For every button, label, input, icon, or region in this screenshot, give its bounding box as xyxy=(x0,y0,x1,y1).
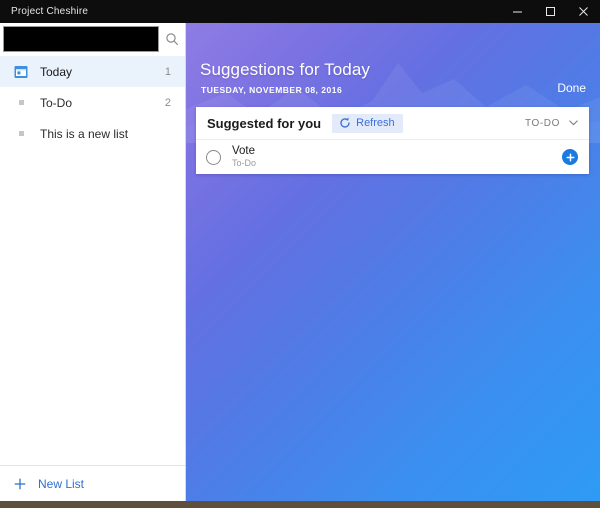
sidebar-item-to-do[interactable]: To-Do 2 xyxy=(0,87,185,118)
search-row xyxy=(0,23,185,55)
search-input[interactable] xyxy=(3,26,159,52)
sidebar-item-today[interactable]: Today 1 xyxy=(0,56,185,87)
task-texts: Vote To-Do xyxy=(221,145,562,169)
sidebar-item-count: 2 xyxy=(164,96,171,109)
page-date: TUESDAY, NOVEMBER 08, 2016 xyxy=(201,85,343,95)
hero-header: Suggestions for Today TUESDAY, NOVEMBER … xyxy=(186,23,600,107)
plus-icon xyxy=(13,478,27,490)
sidebar: Today 1 To-Do 2 This is a new list New L… xyxy=(0,23,186,501)
close-button[interactable] xyxy=(567,0,600,23)
sidebar-item-this-is-a-new-list[interactable]: This is a new list xyxy=(0,118,185,149)
sidebar-list: Today 1 To-Do 2 This is a new list xyxy=(0,55,185,149)
sidebar-item-label: Today xyxy=(40,64,73,79)
sidebar-item-label: To-Do xyxy=(40,95,73,110)
close-icon xyxy=(579,7,588,16)
suggestions-card: Suggested for you Refresh TO-DO Vote To-… xyxy=(196,107,589,174)
chevron-down-icon xyxy=(560,120,578,126)
main-pane: Suggestions for Today TUESDAY, NOVEMBER … xyxy=(186,23,600,501)
new-list-button[interactable]: New List xyxy=(0,465,185,501)
maximize-button[interactable] xyxy=(534,0,567,23)
window-title: Project Cheshire xyxy=(11,6,89,17)
app-window: Project Cheshire Today 1 To-Do 2 This is… xyxy=(0,0,600,501)
task-subtitle: To-Do xyxy=(232,158,257,169)
minimize-icon xyxy=(513,11,522,13)
new-list-label: New List xyxy=(38,476,85,491)
maximize-icon xyxy=(546,7,555,16)
task-title: Vote xyxy=(232,145,256,158)
search-icon xyxy=(166,33,178,45)
sidebar-item-count: 1 xyxy=(164,65,171,78)
refresh-label: Refresh xyxy=(356,117,395,129)
minimize-button[interactable] xyxy=(501,0,534,23)
card-title: Suggested for you xyxy=(207,115,322,131)
page-title: Suggestions for Today xyxy=(200,60,371,79)
list-select-dropdown[interactable]: TO-DO xyxy=(525,118,578,129)
add-task-button[interactable] xyxy=(562,149,578,165)
sidebar-item-label: This is a new list xyxy=(40,126,129,141)
circle-checkbox-icon[interactable] xyxy=(206,149,221,165)
done-button[interactable]: Done xyxy=(557,81,586,95)
search-button[interactable] xyxy=(159,23,185,55)
list-select-label: TO-DO xyxy=(524,117,560,129)
window-controls xyxy=(501,0,600,23)
list-bullet-icon xyxy=(10,100,32,105)
refresh-button[interactable]: Refresh xyxy=(332,113,403,133)
calendar-today-icon xyxy=(10,65,32,79)
task-row[interactable]: Vote To-Do xyxy=(196,140,589,174)
list-bullet-icon xyxy=(10,131,32,136)
plus-circle-icon xyxy=(565,152,575,162)
title-bar[interactable]: Project Cheshire xyxy=(0,0,600,23)
refresh-icon xyxy=(338,117,351,129)
card-header: Suggested for you Refresh TO-DO xyxy=(196,107,589,140)
